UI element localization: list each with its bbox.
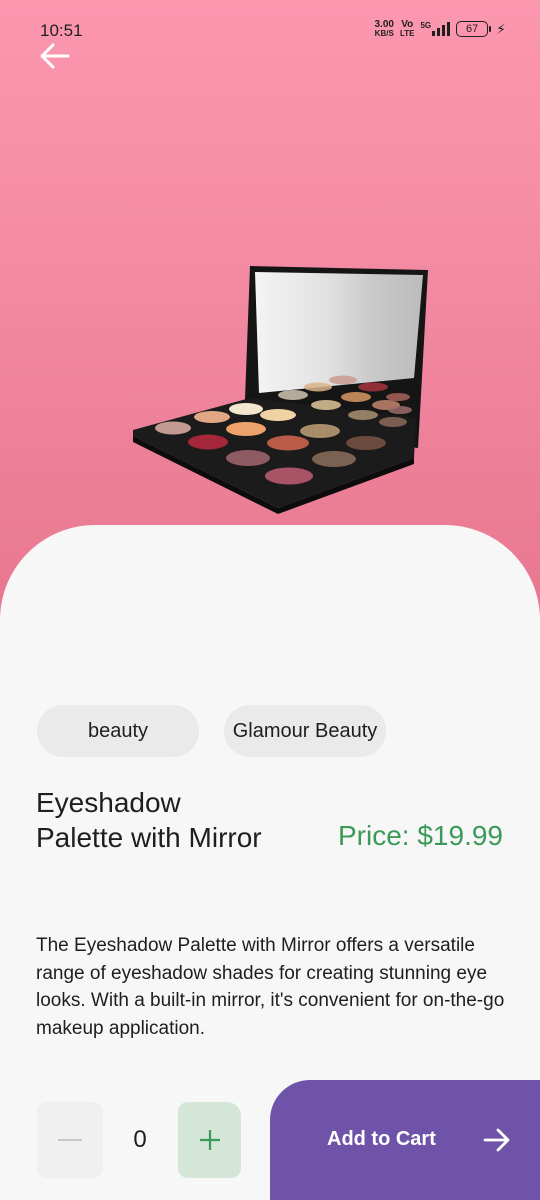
product-description: The Eyeshadow Palette with Mirror offers…: [36, 935, 505, 1039]
quantity-value: 0: [133, 1126, 147, 1153]
plus-icon: [199, 1130, 220, 1150]
charging-icon: ⚡: [496, 20, 506, 37]
status-bar: 10:51 3.00 KB/S Vo LTE 5G 67 ⚡: [0, 0, 540, 50]
add-to-cart-button[interactable]: Add to Cart: [270, 1080, 540, 1200]
add-to-cart-label: Add to Cart: [327, 1128, 436, 1150]
product-price: Price: $19.99: [338, 820, 503, 851]
battery-icon: 67: [456, 21, 492, 37]
product-image: [133, 266, 428, 514]
product-title: Eyeshadow Palette with Mirror: [36, 787, 262, 853]
status-icons: 3.00 KB/S Vo LTE 5G 67 ⚡: [374, 19, 507, 39]
brand-chip[interactable]: Glamour Beauty: [224, 705, 386, 757]
network-speed: 3.00 KB/S: [374, 19, 394, 39]
arrow-left-icon: [40, 43, 70, 69]
arrow-right-icon: [483, 1128, 510, 1152]
volte-indicator: Vo LTE: [399, 19, 415, 39]
category-chip[interactable]: beauty: [37, 705, 199, 757]
signal-icon: 5G: [420, 22, 451, 36]
status-time: 10:51: [40, 21, 83, 40]
decrease-quantity-button[interactable]: [37, 1102, 103, 1178]
increase-quantity-button[interactable]: [178, 1102, 241, 1178]
minus-icon: [58, 1139, 82, 1141]
back-button[interactable]: [38, 42, 74, 74]
